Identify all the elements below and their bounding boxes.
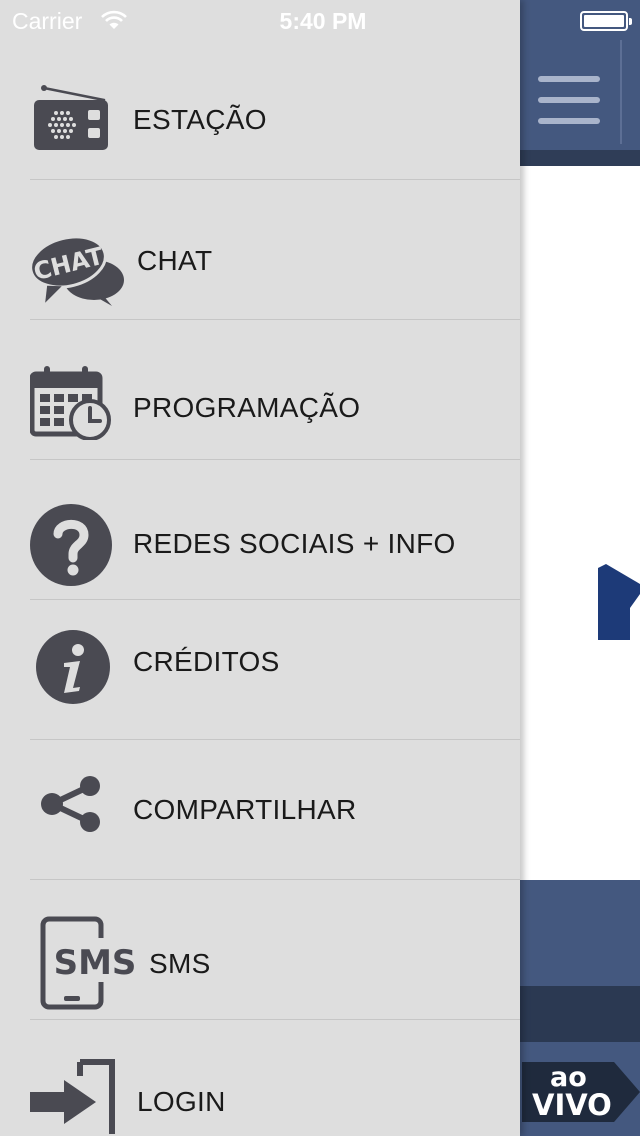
header-strip [520,150,640,166]
main-app-panel: ao VIVO [520,0,640,1136]
menu-item-compartilhar[interactable]: COMPARTILHAR [0,740,520,880]
calendar-clock-icon [30,366,111,440]
menu-item-label: SMS [149,948,211,979]
player-bar-dark [520,986,640,1042]
menu-item-label: CHAT [137,245,213,276]
menu-item-creditos[interactable]: CRÉDITOS [0,600,520,740]
radio-icon [34,85,108,150]
battery-icon [580,11,632,31]
menu-item-chat[interactable]: CHAT CHAT [0,180,520,320]
menu-item-login[interactable]: LOGIN [0,1020,520,1136]
menu-item-label: ESTAÇÃO [133,104,267,135]
sms-phone-icon: SMS [40,916,134,1010]
menu-item-label: REDES SOCIAIS + INFO [133,528,456,559]
logo-fragment [598,564,640,640]
menu-item-sms[interactable]: SMS SMS [0,880,520,1020]
menu-item-label: CRÉDITOS [133,646,280,677]
menu-item-estacao[interactable]: ESTAÇÃO [0,40,520,180]
menu-item-programacao[interactable]: PROGRAMAÇÃO [0,320,520,460]
side-drawer: ESTAÇÃO CHAT CHAT PROGRAMAÇÃO REDES SOCI… [0,0,520,1136]
share-icon [41,776,100,832]
menu-item-redes-sociais[interactable]: REDES SOCIAIS + INFO [0,460,520,600]
player-bar [520,880,640,986]
login-icon [30,1059,115,1134]
menu-item-label: PROGRAMAÇÃO [133,392,361,423]
svg-text:SMS: SMS [54,943,134,983]
question-icon [30,504,112,586]
menu-item-label: COMPARTILHAR [133,794,357,825]
content-area [520,166,640,880]
app-header [520,0,640,150]
live-badge-button[interactable]: ao VIVO [522,1062,640,1122]
menu-item-label: LOGIN [137,1086,226,1117]
info-icon [36,630,110,704]
live-badge-line2: VIVO [532,1088,612,1122]
live-strip: ao VIVO [520,1042,640,1136]
chat-bubble-icon: CHAT [29,235,124,306]
header-divider [620,40,622,144]
hamburger-menu-icon[interactable] [538,76,600,124]
